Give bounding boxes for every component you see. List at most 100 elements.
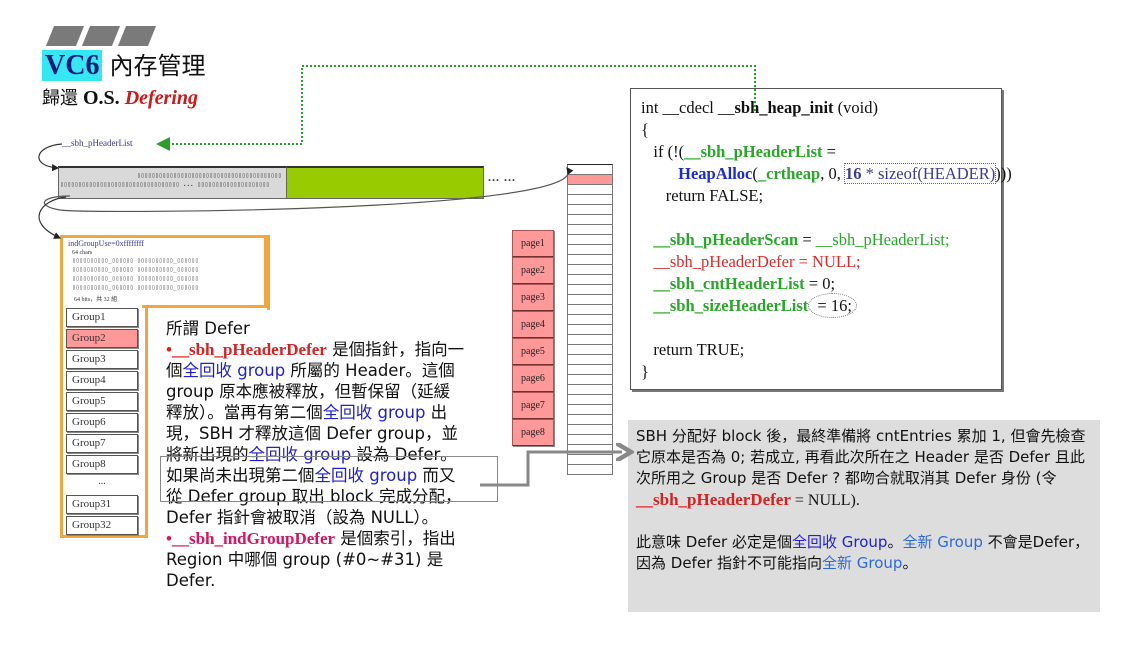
page-box: page5 [512, 338, 554, 365]
group-list: Group1 Group2 Group3 Group4 Group5 Group6 Grou… [66, 308, 138, 537]
group-item: Group3 [66, 350, 138, 369]
page-slot [567, 435, 613, 445]
page-box: page4 [512, 311, 554, 338]
page-slot [567, 195, 613, 205]
page-box: page8 [512, 419, 554, 446]
group-item: Group2 [66, 329, 138, 348]
page-slot [567, 215, 613, 225]
page-slot [567, 315, 613, 325]
ind-group-use-label: indGroupUse=0xffffffff [68, 239, 144, 248]
code-line: HeapAlloc(_crtheap, 0, 16 * sizeof(HEADE… [678, 163, 1012, 184]
highlight-box [160, 456, 498, 502]
header-bar: ▯▯▯▯▯▯▯▯▯▯▯▯▯▯▯▯▯▯▯▯▯▯▯▯▯▯▯▯▯▯▯▯▯▯▯▯▯▯▯▯… [58, 166, 288, 199]
page-slot [567, 365, 613, 375]
page-slot [567, 355, 613, 365]
code-line: { [641, 120, 649, 139]
pages-list: page1 page2 page3 page4 page5 page6 page7 page8 [512, 230, 554, 446]
page-slot [567, 395, 613, 405]
page-slot [567, 295, 613, 305]
page-slot [567, 325, 613, 335]
ellipsis: ... ... [488, 170, 516, 184]
code-line: __sbh_cntHeaderList = 0; [653, 274, 836, 293]
code-line: __sbh_pHeaderDefer = NULL; [653, 252, 861, 271]
callout-paragraph-2: 此意味 Defer 必定是個全回收 Group。全新 Group 不會是Defe… [636, 533, 1090, 572]
page-slot [567, 275, 613, 285]
callout-paragraph-1: SBH 分配好 block 後，最終準備將 cntEntries 累加 1, 但… [636, 427, 1086, 509]
page-slot [567, 445, 613, 455]
page-slot [567, 455, 613, 465]
page-box: page7 [512, 392, 554, 419]
group-item: Group1 [66, 308, 138, 327]
header-list-arrow [38, 143, 63, 172]
green-block [286, 166, 484, 199]
group-ellipsis: ... [98, 476, 106, 487]
group-item: Group6 [66, 413, 138, 432]
page-title: VC6 內存管理 [42, 50, 205, 82]
page-slot [567, 385, 613, 395]
page-slot [567, 345, 613, 355]
page-slot [567, 175, 613, 185]
page-slot [567, 235, 613, 245]
group-pointer-arrow [38, 196, 67, 239]
bits-row-top: ▯▯▯▯▯▯▯▯▯▯▯▯▯▯▯▯▯▯▯▯▯▯▯▯▯▯▯▯▯▯▯▯▯▯▯▯▯▯▯▯ [137, 172, 282, 179]
page-slot [567, 265, 613, 275]
logo-bars [45, 26, 157, 46]
code-line: return TRUE; [641, 340, 745, 359]
bit-grid-row: ▯▯▯▯▯▯▯▯▯▯_▯▯▯▯▯▯ ▯▯▯▯▯▯▯▯▯▯_▯▯▯▯▯▯ [72, 275, 199, 282]
page-slot [567, 245, 613, 255]
page-subtitle: 歸還 O.S. Defering [42, 84, 198, 110]
code-box: int __cdecl __sbh_heap_init (void) { if (… [630, 88, 1012, 390]
page-slot [567, 205, 613, 215]
group-item: Group4 [66, 371, 138, 390]
page-slot [567, 285, 613, 295]
group-item: Group7 [66, 434, 138, 453]
group-item: Group8 [66, 455, 138, 474]
group-item: Group31 [66, 495, 138, 514]
logo-bar [45, 26, 85, 46]
page-box: page6 [512, 365, 554, 392]
page-slot [567, 425, 613, 435]
page-box: page3 [512, 284, 554, 311]
page-box: page2 [512, 257, 554, 284]
logo-bar [117, 26, 157, 46]
region-border [142, 305, 267, 308]
chars-label: 64 chars [72, 250, 93, 256]
bit-grid-row: ▯▯▯▯▯▯▯▯▯▯_▯▯▯▯▯▯ ▯▯▯▯▯▯▯▯▯▯_▯▯▯▯▯▯ [72, 266, 199, 273]
code-line: __sbh_pHeaderScan = __sbh_pHeaderList; [653, 230, 950, 249]
subtitle-os: O.S. [83, 87, 120, 109]
code-line: int __cdecl __sbh_heap_init (void) [641, 98, 878, 117]
code-line: } [641, 362, 649, 381]
page-box: page1 [512, 230, 554, 257]
page-slot [567, 305, 613, 315]
bits-row-bottom: ▯▯▯▯▯▯▯▯▯▯▯▯▯▯▯▯▯▯▯▯▯▯▯▯▯▯▯▯▯▯▯▯▯ ... ▯▯… [60, 181, 270, 188]
defer-bullet-2: •__sbh_indGroupDefer 是個索引，指出 Region 中哪個 … [166, 529, 456, 590]
group-item: Group32 [66, 516, 138, 535]
page-slot [567, 465, 613, 475]
bits-label: 64 bits，共 32 組 [74, 297, 118, 303]
callout-note: SBH 分配好 block 後，最終準備將 cntEntries 累加 1, 但… [628, 420, 1100, 612]
page-slot [567, 335, 613, 345]
bit-grid-row: ▯▯▯▯▯▯▯▯▯▯_▯▯▯▯▯▯ ▯▯▯▯▯▯▯▯▯▯_▯▯▯▯▯▯ [72, 284, 199, 291]
defer-explanation: 所謂 Defer •__sbh_pHeaderDefer 是個指針，指向一個全回… [166, 318, 466, 591]
page-column [567, 164, 613, 475]
code-line: __sbh_sizeHeaderList = 16; [641, 293, 991, 318]
bit-grid-row: ▯▯▯▯▯▯▯▯▯▯_▯▯▯▯▯▯ ▯▯▯▯▯▯▯▯▯▯_▯▯▯▯▯▯ [72, 257, 199, 264]
page-slot [567, 405, 613, 415]
code-line: return FALSE; [641, 186, 764, 205]
region-border [264, 235, 267, 308]
group-item: Group5 [66, 392, 138, 411]
page-slot [567, 255, 613, 265]
page-slot [567, 185, 613, 195]
subtitle-cn: 歸還 [42, 88, 78, 109]
title-text: 內存管理 [109, 52, 206, 80]
page-slot [567, 415, 613, 425]
page-slot [567, 375, 613, 385]
page-slot [567, 225, 613, 235]
logo-bar [81, 26, 121, 46]
defer-heading: 所謂 Defer [166, 319, 250, 338]
header-list-label: __sbh_pHeaderList [62, 138, 133, 148]
code-line: if (!(__sbh_pHeaderList = [641, 142, 836, 161]
title-tag: VC6 [42, 50, 103, 81]
